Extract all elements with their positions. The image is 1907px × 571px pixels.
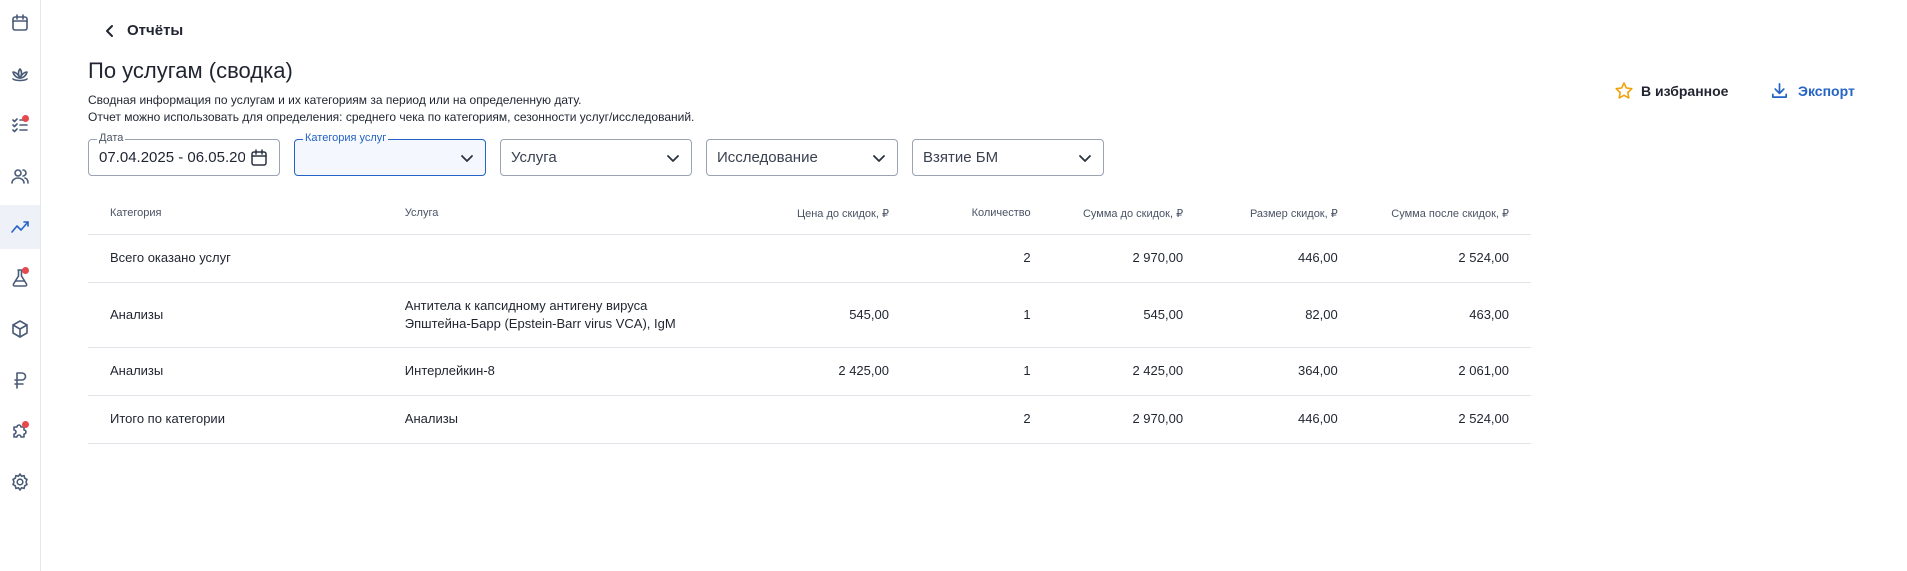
sidebar-item-integrations[interactable]	[0, 409, 40, 453]
cell-service: Антитела к капсидному антигену вируса Эп…	[382, 282, 703, 348]
date-range-field[interactable]: Дата 07.04.2025 - 06.05.2025	[88, 132, 280, 176]
chevron-down-icon	[667, 154, 679, 162]
date-range-value: 07.04.2025 - 06.05.2025	[99, 149, 245, 166]
cell-discount: 446,00	[1205, 395, 1360, 444]
cell-category: Итого по категории	[88, 395, 383, 444]
chart-icon	[11, 221, 29, 233]
chevron-down-icon	[1079, 154, 1091, 162]
notification-badge	[22, 115, 29, 122]
cell-category: Всего оказано услуг	[88, 234, 383, 283]
cell-category: Анализы	[88, 282, 383, 348]
sidebar-item-inventory[interactable]	[0, 307, 40, 351]
notification-badge	[22, 421, 29, 428]
page-title: По услугам (сводка)	[88, 58, 293, 83]
col-header-service[interactable]: Услуга	[382, 193, 703, 235]
cell-discount: 364,00	[1205, 347, 1360, 396]
cell-service: Интерлейкин-8	[382, 347, 703, 396]
users-icon	[11, 169, 29, 184]
cell-quantity: 1	[910, 347, 1053, 396]
notification-badge	[22, 267, 29, 274]
cell-sum-after: 2 061,00	[1359, 347, 1531, 396]
research-placeholder: Исследование	[717, 149, 818, 166]
star-icon	[1615, 82, 1633, 99]
box-icon	[12, 320, 28, 338]
cell-sum-after: 2 524,00	[1359, 395, 1531, 444]
col-header-sum-before[interactable]: Сумма до скидок, ₽	[1052, 193, 1206, 235]
back-label: Отчёты	[127, 22, 184, 39]
cell-sum-before: 2 970,00	[1052, 395, 1206, 444]
service-name-line-2: Эпштейна-Барр (Epstein-Barr virus VCA), …	[404, 315, 676, 331]
description-line-1: Сводная информация по услугам и их катег…	[88, 93, 582, 107]
category-field-label: Категория услуг	[303, 132, 389, 145]
col-header-sum-after[interactable]: Сумма после скидок, ₽	[1359, 193, 1531, 235]
sidebar-item-users[interactable]	[0, 154, 40, 198]
cell-sum-before: 2 970,00	[1052, 234, 1206, 283]
back-link[interactable]: Отчёты	[103, 22, 183, 39]
gear-icon	[12, 473, 28, 491]
sidebar-item-finance[interactable]	[0, 358, 40, 402]
sidebar-item-lotus[interactable]	[0, 52, 40, 96]
cell-price-before: 545,00	[702, 282, 911, 348]
export-button[interactable]: Экспорт	[1770, 81, 1855, 100]
service-select[interactable]: Услуга	[500, 139, 692, 176]
chevron-down-icon	[873, 154, 885, 162]
cell-discount: 446,00	[1205, 234, 1360, 283]
export-label: Экспорт	[1798, 82, 1855, 99]
cell-price-before	[702, 395, 911, 444]
cell-quantity: 2	[910, 234, 1053, 283]
cell-service: Анализы	[382, 395, 703, 444]
cell-service	[382, 234, 703, 283]
page-description: Сводная информация по услугам и их катег…	[88, 92, 694, 126]
table-row: Анализы Антитела к капсидному антигену в…	[88, 282, 1531, 348]
cell-quantity: 1	[910, 282, 1053, 348]
table-row: Итого по категории Анализы 2 2 970,00 44…	[88, 395, 1531, 444]
lotus-icon	[12, 68, 28, 82]
service-placeholder: Услуга	[511, 149, 557, 166]
service-category-select[interactable]: Категория услуг	[294, 132, 486, 176]
cell-sum-after: 463,00	[1359, 282, 1531, 348]
col-header-price-before[interactable]: Цена до скидок, ₽	[702, 193, 911, 235]
cell-quantity: 2	[910, 395, 1053, 444]
service-name-line-1: Антитела к капсидному антигену вируса	[404, 297, 648, 313]
cell-sum-after: 2 524,00	[1359, 234, 1531, 283]
sidebar-item-lab[interactable]	[0, 256, 40, 300]
research-select[interactable]: Исследование	[706, 139, 898, 176]
sidebar-item-reports[interactable]	[0, 205, 40, 249]
col-header-quantity[interactable]: Количество	[910, 193, 1053, 235]
cell-price-before: 2 425,00	[702, 347, 911, 396]
table-row: Анализы Интерлейкин-8 2 425,00 1 2 425,0…	[88, 347, 1531, 396]
table-header: Категория Услуга Цена до скидок, ₽ Колич…	[88, 193, 1531, 235]
description-line-2: Отчет можно использовать для определения…	[88, 110, 695, 124]
cell-discount: 82,00	[1205, 282, 1360, 348]
add-to-favorites-button[interactable]: В избранное	[1614, 81, 1728, 101]
favorites-label: В избранное	[1641, 83, 1729, 99]
cell-price-before	[702, 234, 911, 283]
date-field-label: Дата	[97, 132, 126, 145]
calendar-icon[interactable]	[249, 148, 269, 168]
sidebar-item-tasks[interactable]	[0, 103, 40, 147]
calendar-icon	[12, 14, 28, 31]
sidebar-item-settings[interactable]	[0, 460, 40, 504]
sidebar	[0, 0, 41, 571]
sidebar-item-calendar[interactable]	[0, 1, 40, 45]
report-table: Категория Услуга Цена до скидок, ₽ Колич…	[88, 193, 1531, 444]
biomaterial-select[interactable]: Взятие БМ	[912, 139, 1104, 176]
table-row: Всего оказано услуг 2 2 970,00 446,00 2 …	[88, 234, 1531, 283]
chevron-left-icon	[106, 24, 113, 37]
chevron-down-icon	[461, 154, 473, 162]
ruble-icon	[14, 372, 27, 389]
download-icon	[1771, 82, 1788, 99]
biomaterial-placeholder: Взятие БМ	[923, 149, 999, 166]
cell-sum-before: 2 425,00	[1052, 347, 1206, 396]
col-header-discount[interactable]: Размер скидок, ₽	[1205, 193, 1360, 235]
col-header-category[interactable]: Категория	[88, 193, 383, 235]
cell-category: Анализы	[88, 347, 383, 396]
cell-sum-before: 545,00	[1052, 282, 1206, 348]
